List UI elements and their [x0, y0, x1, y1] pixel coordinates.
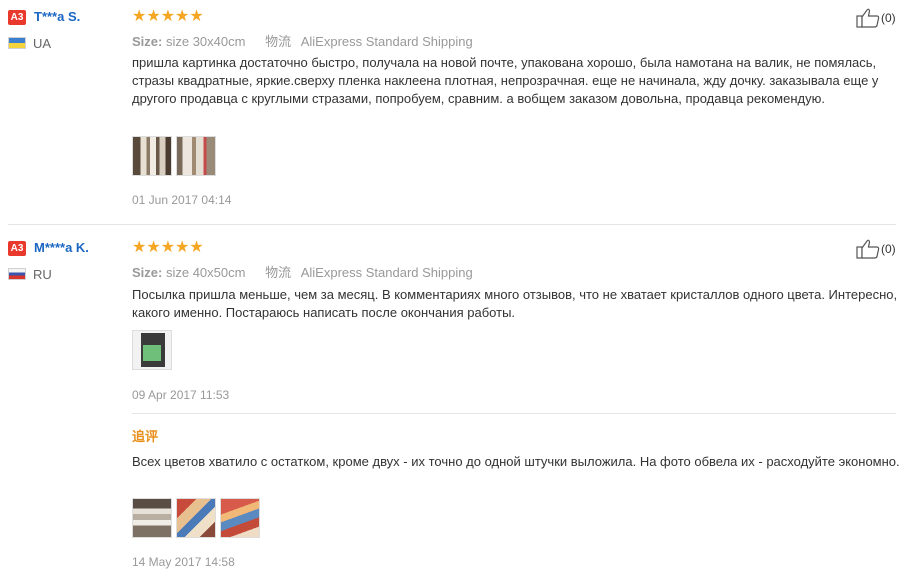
user-level-badge: A3	[8, 10, 26, 25]
followup-divider	[132, 413, 896, 414]
review-photo-thumbnail[interactable]	[176, 498, 216, 538]
review-photos	[132, 136, 220, 176]
review-text: пришла картинка достаточно быстро, получ…	[132, 55, 879, 106]
size-label: Size:	[132, 34, 163, 49]
helpful-button[interactable]: (0)	[856, 239, 896, 259]
followup-photos	[132, 498, 264, 538]
reviewer-name[interactable]: M****a K.	[34, 240, 89, 255]
shipping-method: AliExpress Standard Shipping	[300, 265, 473, 280]
star-rating: ★★★★★	[132, 239, 204, 256]
ua-flag-icon	[8, 37, 26, 49]
review-photo-thumbnail[interactable]	[132, 498, 172, 538]
shipping-method: AliExpress Standard Shipping	[300, 34, 473, 49]
order-info: Size: size 40x50cm 物流 AliExpress Standar…	[132, 262, 473, 281]
user-level-badge: A3	[8, 241, 26, 256]
size-value: size 30x40cm	[165, 34, 246, 49]
like-count: (0)	[881, 242, 896, 256]
followup-date: 14 May 2017 14:58	[132, 555, 235, 569]
thumbs-up-icon	[856, 239, 880, 259]
review-text: Посылка пришла меньше, чем за месяц. В к…	[132, 287, 898, 320]
size-label: Size:	[132, 265, 163, 280]
review-date: 09 Apr 2017 11:53	[132, 388, 230, 402]
review-photo-thumbnail[interactable]	[132, 330, 172, 370]
followup-text: Всех цветов хватило с остатком, кроме дв…	[132, 454, 900, 469]
helpful-button[interactable]: (0)	[856, 8, 896, 28]
ru-flag-icon	[8, 268, 26, 280]
reviewer-name[interactable]: T***a S.	[34, 9, 80, 24]
star-rating: ★★★★★	[132, 8, 204, 25]
thumbs-up-icon	[856, 8, 880, 28]
review-divider	[8, 224, 896, 225]
shipping-mark: 物流	[265, 34, 292, 49]
reviewer-country: UA	[33, 36, 52, 51]
review-photo-thumbnail[interactable]	[132, 136, 172, 176]
followup-label: 追评	[132, 429, 159, 444]
order-info: Size: size 30x40cm 物流 AliExpress Standar…	[132, 31, 473, 50]
review-date: 01 Jun 2017 04:14	[132, 193, 232, 207]
review-photo-thumbnail[interactable]	[176, 136, 216, 176]
review-photo-thumbnail[interactable]	[220, 498, 260, 538]
shipping-mark: 物流	[265, 265, 292, 280]
review-photos	[132, 330, 176, 370]
reviewer-country: RU	[33, 267, 52, 282]
size-value: size 40x50cm	[165, 265, 246, 280]
like-count: (0)	[881, 11, 896, 25]
